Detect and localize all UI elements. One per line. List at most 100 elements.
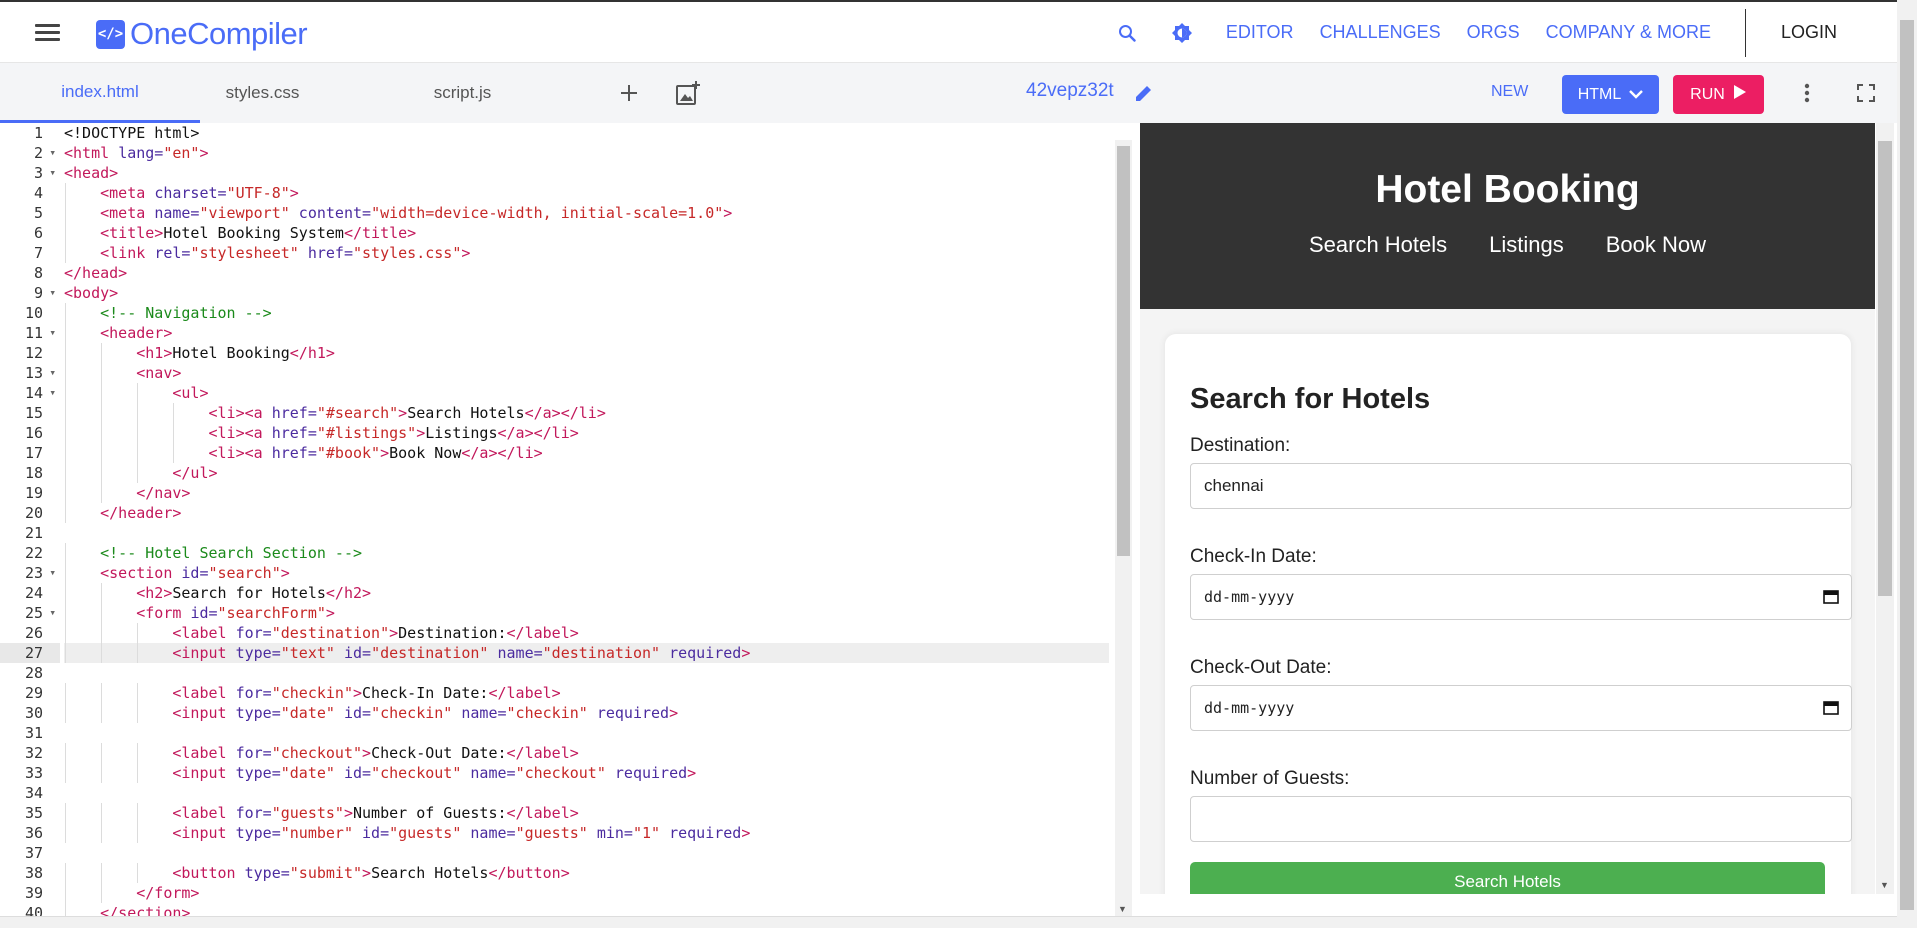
code-line[interactable]: <label for="checkin">Check-In Date:</lab… bbox=[64, 683, 1109, 703]
code-line[interactable]: <input type="text" id="destination" name… bbox=[64, 643, 1109, 663]
indent-guide bbox=[137, 863, 139, 883]
code-token: name= bbox=[154, 204, 200, 222]
tab-script-js[interactable]: script.js bbox=[400, 63, 525, 123]
code-line[interactable]: </form> bbox=[64, 883, 1109, 903]
indent-guide bbox=[65, 643, 67, 663]
editor-scrollbar[interactable]: ▼ bbox=[1115, 140, 1132, 916]
preview-scrollbar[interactable]: ▼ bbox=[1876, 123, 1894, 894]
code-line[interactable] bbox=[64, 663, 1109, 683]
destination-input[interactable]: chennai bbox=[1190, 463, 1852, 509]
code-line[interactable]: </ul> bbox=[64, 463, 1109, 483]
indent-guide bbox=[137, 443, 139, 463]
preview-scrollbar-thumb[interactable] bbox=[1878, 141, 1892, 596]
code-area[interactable]: <!DOCTYPE html> <html lang="en"> <head> <m… bbox=[64, 123, 1109, 919]
code-line[interactable]: <input type="date" id="checkin" name="ch… bbox=[64, 703, 1109, 723]
add-image-icon[interactable] bbox=[675, 80, 701, 106]
brand-logo[interactable]: </> OneCompiler bbox=[96, 16, 308, 52]
code-token: "checkin" bbox=[371, 704, 453, 722]
code-token: "checkout" bbox=[271, 744, 363, 762]
add-file-icon[interactable] bbox=[616, 80, 642, 106]
indent-guide bbox=[137, 763, 139, 783]
nav-link-company-more[interactable]: COMPANY & MORE bbox=[1546, 22, 1711, 43]
preview-nav-book[interactable]: Book Now bbox=[1606, 232, 1706, 258]
page-scrollbar-thumb[interactable] bbox=[1900, 20, 1914, 910]
code-line[interactable]: <title>Hotel Booking System</title> bbox=[64, 223, 1109, 243]
code-line[interactable]: </head> bbox=[64, 263, 1109, 283]
code-token: type= bbox=[235, 764, 281, 782]
login-link[interactable]: LOGIN bbox=[1781, 22, 1837, 43]
code-line[interactable]: <li><a href="#search">Search Hotels</a><… bbox=[64, 403, 1109, 423]
nav-link-editor[interactable]: EDITOR bbox=[1226, 22, 1294, 43]
code-token: > bbox=[741, 824, 751, 842]
edit-pencil-icon[interactable] bbox=[1131, 80, 1157, 106]
preview-nav-listings[interactable]: Listings bbox=[1489, 232, 1564, 258]
theme-toggle-icon[interactable] bbox=[1171, 22, 1193, 44]
code-line[interactable]: <link rel="stylesheet" href="styles.css"… bbox=[64, 243, 1109, 263]
preview-nav-search[interactable]: Search Hotels bbox=[1309, 232, 1447, 258]
fullscreen-icon[interactable] bbox=[1853, 80, 1879, 106]
search-hotels-button[interactable]: Search Hotels bbox=[1190, 862, 1825, 894]
code-line[interactable] bbox=[64, 523, 1109, 543]
checkin-date-input[interactable]: dd-mm-yyyy bbox=[1190, 574, 1852, 620]
tab-styles-css[interactable]: styles.css bbox=[200, 63, 325, 123]
guests-input[interactable] bbox=[1190, 796, 1852, 842]
code-line[interactable]: <li><a href="#listings">Listings</a></li… bbox=[64, 423, 1109, 443]
code-line[interactable]: <form id="searchForm"> bbox=[64, 603, 1109, 623]
nav-link-orgs[interactable]: ORGS bbox=[1467, 22, 1520, 43]
code-line[interactable]: </nav> bbox=[64, 483, 1109, 503]
new-button[interactable]: NEW bbox=[1491, 83, 1528, 101]
code-line[interactable]: <meta name="viewport" content="width=dev… bbox=[64, 203, 1109, 223]
code-line[interactable] bbox=[64, 723, 1109, 743]
search-form-card: Search for Hotels Destination: chennai C… bbox=[1165, 334, 1852, 894]
code-token: Hotel Booking bbox=[172, 344, 290, 362]
run-button[interactable]: RUN bbox=[1673, 75, 1764, 114]
more-options-icon[interactable] bbox=[1794, 80, 1820, 106]
search-icon[interactable] bbox=[1116, 22, 1138, 44]
calendar-icon[interactable] bbox=[1823, 699, 1839, 719]
code-line[interactable]: <ul> bbox=[64, 383, 1109, 403]
calendar-icon[interactable] bbox=[1823, 588, 1839, 608]
indent-guide bbox=[65, 603, 67, 623]
horizontal-scrollbar[interactable] bbox=[0, 916, 1897, 928]
code-token: <link bbox=[100, 244, 155, 262]
code-line[interactable]: <header> bbox=[64, 323, 1109, 343]
code-line[interactable]: <label for="destination">Destination:</l… bbox=[64, 623, 1109, 643]
code-line[interactable]: <label for="guests">Number of Guests:</l… bbox=[64, 803, 1109, 823]
code-line[interactable]: <body> bbox=[64, 283, 1109, 303]
code-line[interactable] bbox=[64, 843, 1109, 863]
code-line[interactable]: <label for="checkout">Check-Out Date:</l… bbox=[64, 743, 1109, 763]
code-line[interactable] bbox=[64, 783, 1109, 803]
code-line[interactable]: <h2>Search for Hotels</h2> bbox=[64, 583, 1109, 603]
code-line[interactable]: <input type="number" id="guests" name="g… bbox=[64, 823, 1109, 843]
language-select[interactable]: HTML bbox=[1562, 75, 1659, 114]
line-number: 17 bbox=[24, 444, 43, 462]
page-scrollbar[interactable] bbox=[1897, 0, 1917, 928]
code-line[interactable]: <nav> bbox=[64, 363, 1109, 383]
project-name[interactable]: 42vepz32t bbox=[1026, 80, 1114, 102]
code-line[interactable]: <input type="date" id="checkout" name="c… bbox=[64, 763, 1109, 783]
editor-scrollbar-thumb[interactable] bbox=[1117, 146, 1130, 556]
indent-guide bbox=[137, 683, 139, 703]
code-editor[interactable]: 1234567891011121314151617181920212223242… bbox=[0, 123, 1115, 919]
scroll-down-icon[interactable]: ▼ bbox=[1118, 904, 1127, 914]
scroll-down-icon[interactable]: ▼ bbox=[1880, 880, 1889, 890]
code-line[interactable]: <section id="search"> bbox=[64, 563, 1109, 583]
code-token: > bbox=[669, 704, 679, 722]
code-line[interactable]: <!-- Hotel Search Section --> bbox=[64, 543, 1109, 563]
code-line[interactable]: <button type="submit">Search Hotels</but… bbox=[64, 863, 1109, 883]
code-line[interactable]: </header> bbox=[64, 503, 1109, 523]
code-line[interactable]: <html lang="en"> bbox=[64, 143, 1109, 163]
indent-guide bbox=[65, 483, 67, 503]
code-line[interactable]: <!DOCTYPE html> bbox=[64, 123, 1109, 143]
indent-guide bbox=[101, 423, 103, 443]
checkout-date-input[interactable]: dd-mm-yyyy bbox=[1190, 685, 1852, 731]
tab-index-html[interactable]: index.html bbox=[0, 63, 200, 123]
menu-icon[interactable] bbox=[35, 24, 60, 42]
code-line[interactable]: <meta charset="UTF-8"> bbox=[64, 183, 1109, 203]
code-line[interactable]: <h1>Hotel Booking</h1> bbox=[64, 343, 1109, 363]
code-line[interactable]: <li><a href="#book">Book Now</a></li> bbox=[64, 443, 1109, 463]
code-line[interactable]: <head> bbox=[64, 163, 1109, 183]
code-line[interactable]: <!-- Navigation --> bbox=[64, 303, 1109, 323]
nav-link-challenges[interactable]: CHALLENGES bbox=[1320, 22, 1441, 43]
